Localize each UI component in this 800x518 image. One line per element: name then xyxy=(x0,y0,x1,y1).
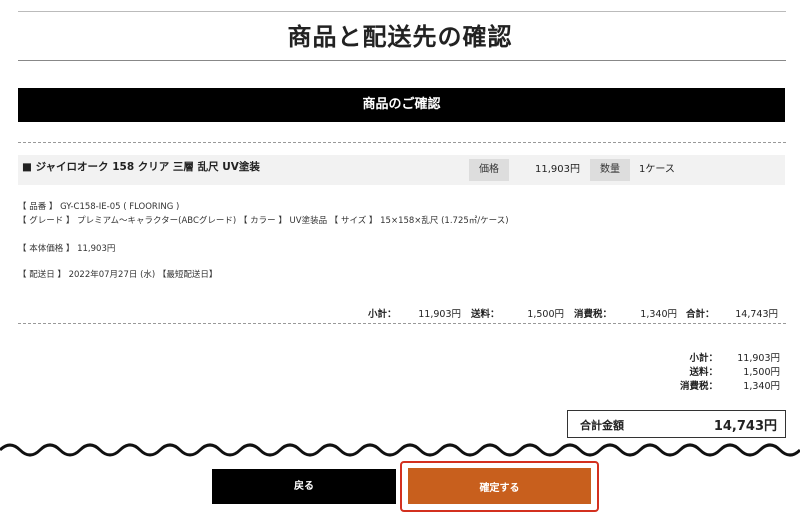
title-divider xyxy=(18,60,786,61)
line-total-value: 14,743円 xyxy=(735,309,778,320)
line-shipping-value: 1,500円 xyxy=(527,309,564,320)
line-subtotal-label: 小計： xyxy=(368,309,397,320)
grand-total-value: 14,743円 xyxy=(713,419,777,434)
totals-shipping-row: 送料： 1,500円 xyxy=(600,364,780,378)
dotted-divider xyxy=(18,142,786,143)
line-subtotal-value: 11,903円 xyxy=(418,309,461,320)
delivery-date: 【 配送日 】 2022年07月27日 (水) 【最短配送日】 xyxy=(18,270,218,280)
totals-subtotal-value: 11,903円 xyxy=(737,353,780,364)
totals-subtotal-row: 小計： 11,903円 xyxy=(600,350,780,364)
quantity-label: 数量 xyxy=(590,159,630,181)
line-tax-value: 1,340円 xyxy=(640,309,677,320)
dotted-divider xyxy=(18,323,786,324)
line-tax-label: 消費税： xyxy=(574,309,613,320)
order-totals: 小計： 11,903円 送料： 1,500円 消費税： 1,340円 xyxy=(600,350,780,392)
quantity-value: 1ケース xyxy=(639,164,675,175)
totals-shipping-value: 1,500円 xyxy=(743,367,780,378)
totals-tax-label: 消費税： xyxy=(679,381,718,392)
product-specs: 【 グレード 】 プレミアム～キャラクター(ABCグレード) 【 カラー 】 U… xyxy=(18,216,509,226)
line-total-label: 合計： xyxy=(686,309,715,320)
top-divider xyxy=(18,11,786,12)
grand-total-box: 合計金額 14,743円 xyxy=(567,410,786,438)
totals-subtotal-label: 小計： xyxy=(689,353,718,364)
price-value: 11,903円 xyxy=(535,164,580,175)
price-label: 価格 xyxy=(469,159,509,181)
back-button[interactable]: 戻る xyxy=(212,469,396,504)
totals-tax-row: 消費税： 1,340円 xyxy=(600,378,780,392)
line-summary: 小計： 11,903円 送料： 1,500円 消費税： 1,340円 合計： 1… xyxy=(18,306,785,320)
base-price: 【 本体価格 】 11,903円 xyxy=(18,244,116,254)
page-title: 商品と配送先の確認 xyxy=(287,23,513,51)
product-row: ■ ジャイロオーク 158 クリア 三層 乱尺 UV塗装 価格 11,903円 … xyxy=(18,155,785,185)
confirm-button[interactable]: 確定する xyxy=(405,465,594,507)
totals-shipping-label: 送料： xyxy=(689,367,718,378)
line-shipping-label: 送料： xyxy=(471,309,500,320)
grand-total-label: 合計金額 xyxy=(580,419,624,432)
product-name: ■ ジャイロオーク 158 クリア 三層 乱尺 UV塗装 xyxy=(22,161,260,173)
section-header: 商品のご確認 xyxy=(18,88,785,122)
product-code: 【 品番 】 GY-C158-IE-05 ( FLOORING ) xyxy=(18,202,180,212)
totals-tax-value: 1,340円 xyxy=(743,381,780,392)
